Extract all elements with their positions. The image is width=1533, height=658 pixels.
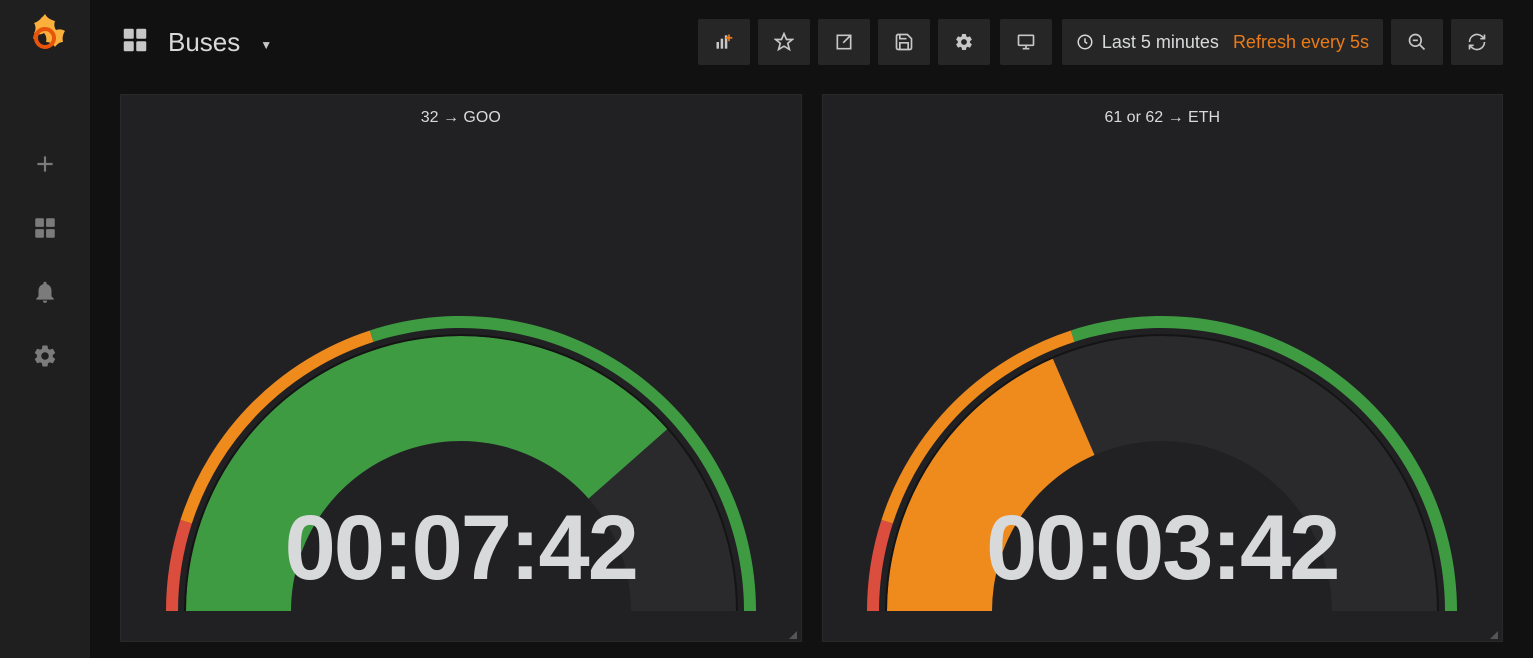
time-range-label: Last 5 minutes bbox=[1076, 32, 1219, 53]
dashboards-grid-icon bbox=[120, 25, 150, 60]
refresh-interval-text: Refresh every 5s bbox=[1233, 32, 1369, 53]
panel-title: 61 or 62 → ETH bbox=[1104, 109, 1220, 127]
gauge-wrap: 00:03:42 bbox=[823, 127, 1503, 641]
main: Buses ▼ bbox=[90, 0, 1533, 658]
gauge-wrap: 00:07:42 bbox=[121, 127, 801, 641]
dashboard-picker[interactable]: Buses ▼ bbox=[120, 25, 272, 60]
settings-button[interactable] bbox=[938, 19, 990, 65]
time-range-text: Last 5 minutes bbox=[1102, 32, 1219, 53]
toolbar-group-2 bbox=[1000, 19, 1052, 65]
save-button[interactable] bbox=[878, 19, 930, 65]
dashboard-title: Buses bbox=[168, 27, 240, 58]
gear-icon[interactable] bbox=[31, 342, 59, 370]
panel-title: 32 → GOO bbox=[421, 109, 501, 127]
gauge-value: 00:07:42 bbox=[121, 496, 801, 601]
caret-down-icon: ▼ bbox=[260, 38, 272, 52]
cycle-view-button[interactable] bbox=[1000, 19, 1052, 65]
share-button[interactable] bbox=[818, 19, 870, 65]
toolbar-group-3: Last 5 minutes Refresh every 5s bbox=[1062, 19, 1503, 65]
resize-handle-icon[interactable] bbox=[787, 629, 797, 639]
refresh-button[interactable] bbox=[1451, 19, 1503, 65]
toolbar-group-1 bbox=[698, 19, 990, 65]
star-button[interactable] bbox=[758, 19, 810, 65]
topbar: Buses ▼ bbox=[90, 0, 1533, 84]
plus-icon[interactable] bbox=[31, 150, 59, 178]
add-panel-button[interactable] bbox=[698, 19, 750, 65]
gauge-value: 00:03:42 bbox=[823, 496, 1503, 601]
resize-handle-icon[interactable] bbox=[1488, 629, 1498, 639]
sidebar bbox=[0, 0, 90, 658]
panels-row: 32 → GOO 00:07:42 61 or 62 → ETH 00:03:4… bbox=[90, 84, 1533, 658]
grafana-logo-icon[interactable] bbox=[21, 12, 69, 60]
bell-icon[interactable] bbox=[31, 278, 59, 306]
dashboards-icon[interactable] bbox=[31, 214, 59, 242]
zoom-out-button[interactable] bbox=[1391, 19, 1443, 65]
gauge-panel-1[interactable]: 61 or 62 → ETH 00:03:42 bbox=[822, 94, 1504, 642]
time-range-button[interactable]: Last 5 minutes Refresh every 5s bbox=[1062, 19, 1383, 65]
clock-icon bbox=[1076, 33, 1094, 51]
gauge-panel-0[interactable]: 32 → GOO 00:07:42 bbox=[120, 94, 802, 642]
